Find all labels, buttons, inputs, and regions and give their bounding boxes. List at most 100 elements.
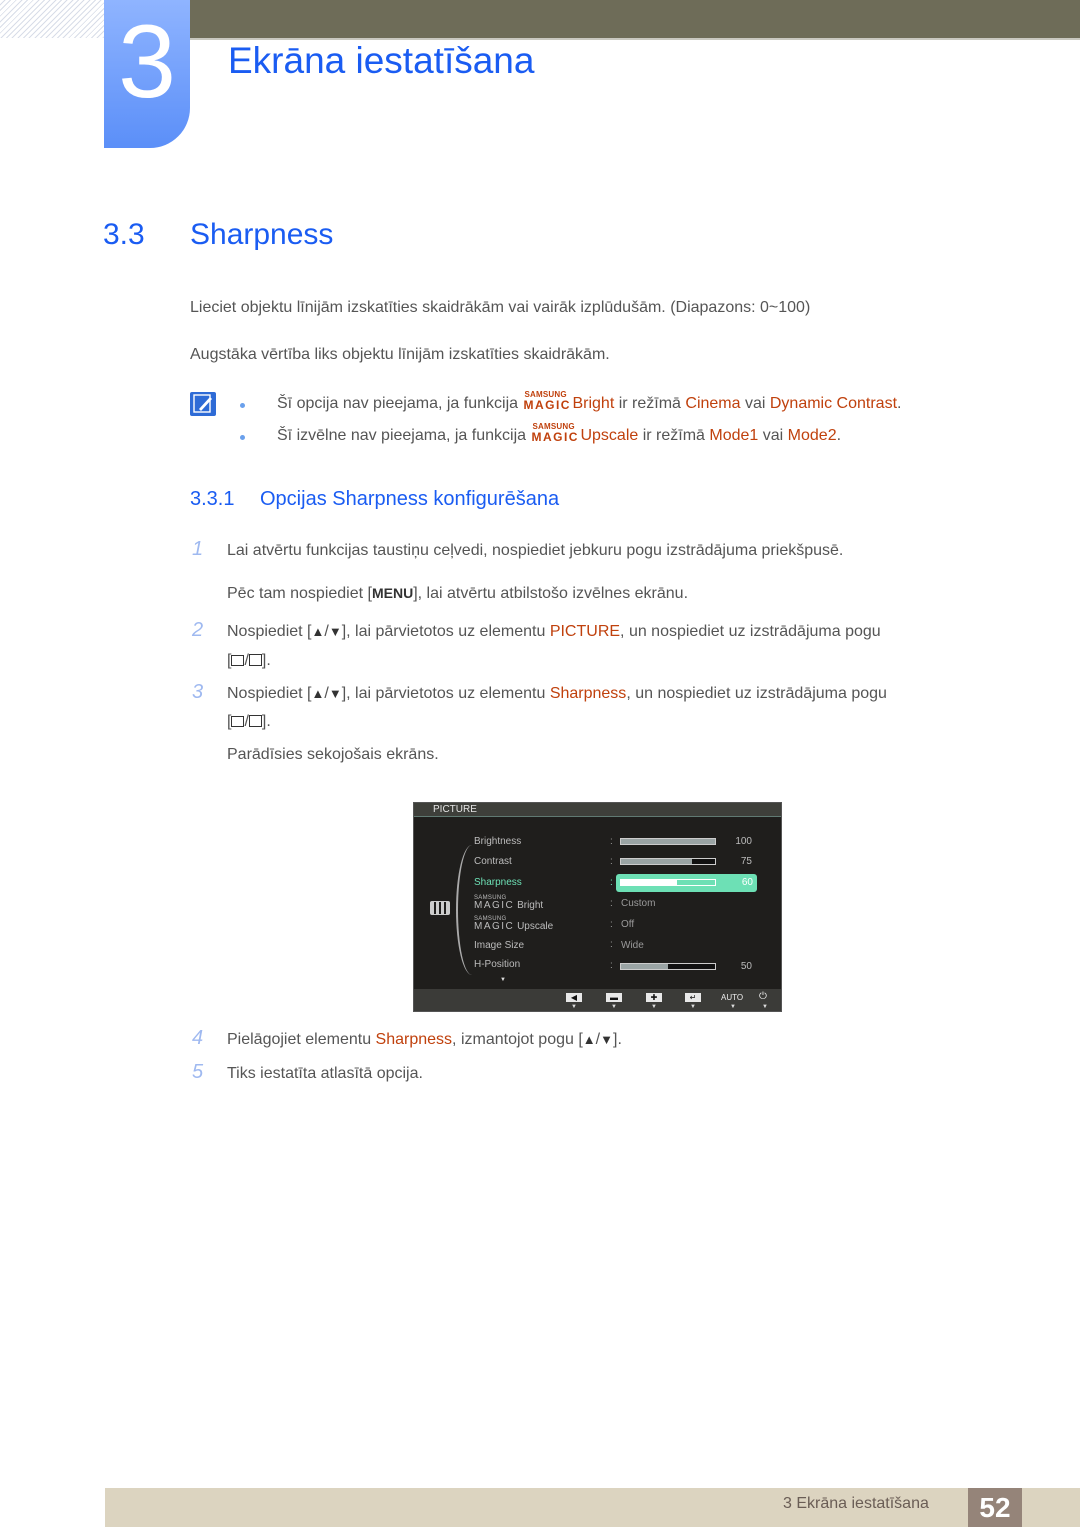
step-text-part: Pielāgojiet elementu (227, 1031, 376, 1048)
up-arrow-icon: ▲ (311, 686, 325, 701)
enter-icon: ↵ (685, 993, 701, 1002)
magic-label: MAGIC (474, 900, 515, 911)
osd-row-label: H-Position (474, 959, 521, 970)
magic-label: MAGIC (531, 430, 579, 444)
note-item: Šī opcija nav pieejama, ja funkcija SAMS… (277, 390, 902, 413)
magic-label: MAGIC (474, 921, 515, 932)
osd-row-label: Brightness (474, 836, 522, 847)
note-text: ir režīmā (614, 395, 686, 412)
footer-bar (105, 1488, 1080, 1527)
chapter-number: 3 (118, 4, 176, 120)
button-pointer-icon: ▼ (611, 1004, 617, 1010)
mode-name: Cinema (685, 395, 741, 412)
button-pointer-icon: ▼ (571, 1004, 577, 1010)
magic-label: MAGIC (523, 398, 571, 412)
bar-fill (621, 839, 715, 844)
note-text: Šī opcija nav pieejama, ja funkcija (277, 395, 523, 412)
step-text: Lai atvērtu funkcijas taustiņu ceļvedi, … (227, 542, 844, 559)
step-text-part: Nospiediet [ (227, 623, 312, 640)
enter-button-icon (248, 654, 262, 666)
section-number: 3.3 (103, 218, 145, 251)
menu-item-highlight: Sharpness (375, 1031, 453, 1048)
osd-row-value: 100 (735, 836, 752, 847)
step-number: 1 (192, 538, 204, 560)
contrast-bar (620, 858, 716, 865)
step-number: 5 (192, 1061, 204, 1083)
step-text-part: ], lai pārvietotos uz elementu (341, 685, 550, 702)
osd-colon: : (610, 856, 613, 867)
sharpness-bar (620, 879, 716, 886)
sharpness-selected-row: 60 (616, 874, 757, 892)
bar-fill (621, 859, 692, 864)
mode-name: Dynamic Contrast (769, 395, 898, 412)
page-number: 52 (968, 1488, 1022, 1527)
button-pointer-icon: ▼ (762, 1004, 768, 1010)
samsung-magic-logo: SAMSUNG MAGIC (522, 390, 572, 412)
osd-row-value: 75 (740, 856, 752, 867)
down-arrow-icon: ▼ (600, 1032, 613, 1047)
bar-fill (621, 880, 678, 885)
up-arrow-icon: ▲ (582, 1032, 596, 1047)
button-pointer-icon: ▼ (730, 1004, 736, 1010)
button-pointer-icon: ▼ (651, 1004, 657, 1010)
step-text: Nospiediet [▲/▼], lai pārvietotos uz ele… (227, 623, 881, 641)
step-text-part: Nospiediet [ (227, 685, 312, 702)
osd-row-value: 60 (741, 877, 753, 888)
mode-name: Mode1 (709, 427, 759, 444)
enter-button-icon (248, 715, 262, 727)
note-text: vai (758, 427, 788, 444)
step-number: 2 (192, 619, 204, 641)
note-text: . (897, 395, 902, 412)
up-arrow-icon: ▲ (311, 624, 325, 639)
osd-colon: : (610, 939, 613, 950)
note-text: . (836, 427, 842, 444)
osd-row-value: Off (621, 919, 635, 930)
description-paragraph: Lieciet objektu līnijām izskatīties skai… (190, 299, 811, 316)
button-pointer-icon: ▼ (690, 1004, 696, 1010)
step-text: [/]. (227, 713, 271, 731)
osd-row-value: Wide (621, 940, 644, 951)
step-text: [/]. (227, 652, 271, 670)
note-text: ir režīmā (638, 427, 710, 444)
header-bar (190, 0, 1080, 38)
osd-colon: : (610, 960, 613, 971)
step-text: Tiks iestatīta atlasītā opcija. (227, 1065, 423, 1082)
osd-row-label: SAMSUNG MAGIC Upscale (474, 914, 554, 932)
down-arrow-icon: ▼ (328, 686, 342, 701)
picture-menu-icon (430, 901, 450, 915)
step-text-part: ], lai pārvietotos uz elementu (341, 623, 550, 640)
header-hatch-decoration (0, 0, 105, 38)
subsection-number: 3.3.1 (190, 488, 235, 510)
osd-label-text: Upscale (517, 921, 554, 932)
subsection-title: Opcijas Sharpness konfigurēšana (260, 488, 560, 510)
mode-name: Mode2 (787, 427, 837, 444)
menu-item-highlight: PICTURE (549, 623, 621, 640)
step-text-part: , un nospiediet uz izstrādājuma pogu (620, 623, 881, 640)
step-text: Nospiediet [▲/▼], lai pārvietotos uz ele… (227, 685, 887, 703)
osd-title: PICTURE (433, 804, 477, 815)
section-title: Sharpness (190, 218, 334, 251)
step-number: 3 (192, 681, 204, 703)
source-button-icon (231, 655, 245, 666)
step-number: 4 (192, 1027, 204, 1049)
source-button-icon (231, 716, 245, 727)
more-down-icon: ▼ (500, 977, 506, 983)
samsung-magic-logo: SAMSUNG MAGIC (530, 422, 580, 444)
step-text-part: Pēc tam nospiediet [ (227, 585, 372, 602)
left-arrow-icon: ◀ (566, 993, 582, 1002)
note-text: vai (740, 395, 770, 412)
osd-row-value: 50 (740, 961, 752, 972)
note-text: Šī izvēlne nav pieejama, ja funkcija (277, 427, 531, 444)
osd-row-label: Image Size (474, 940, 525, 951)
note-item: Šī izvēlne nav pieejama, ja funkcija SAM… (277, 422, 842, 445)
plus-icon: ✚ (646, 993, 662, 1002)
feature-name: Bright (572, 395, 615, 412)
osd-colon: : (610, 836, 613, 847)
step-text: Parādīsies sekojošais ekrāns. (227, 746, 439, 763)
step-text: Pēc tam nospiediet [MENU], lai atvērtu a… (227, 585, 688, 603)
step-text-part: ], lai atvērtu atbilstošo izvēlnes ekrān… (413, 585, 689, 602)
menu-key-icon: MENU (371, 585, 414, 601)
menu-item-highlight: Sharpness (549, 685, 627, 702)
step-text-part: ]. (613, 1031, 622, 1048)
bar-fill (621, 964, 668, 969)
